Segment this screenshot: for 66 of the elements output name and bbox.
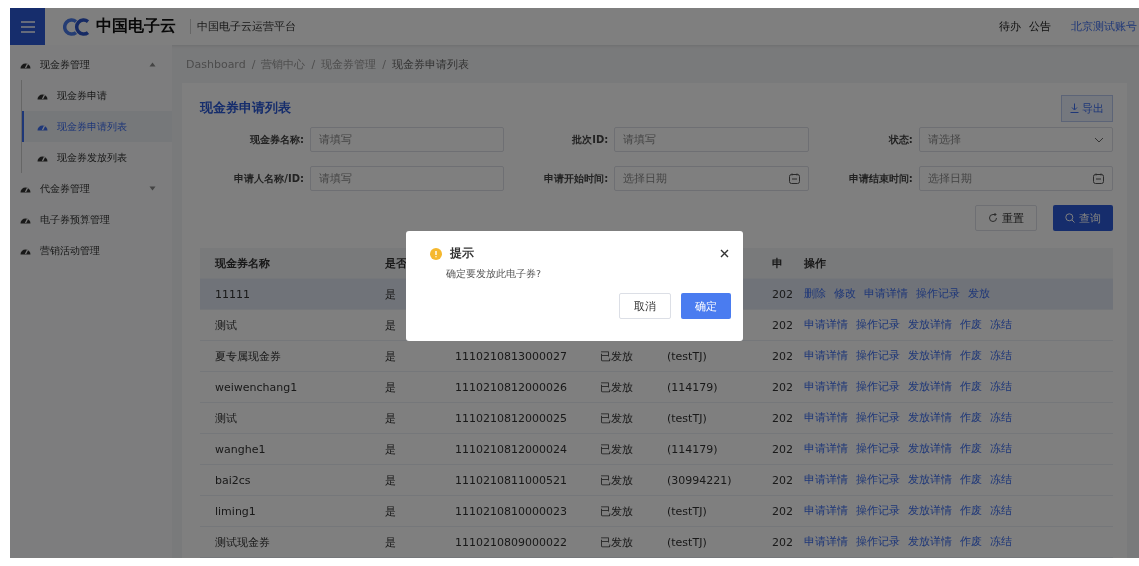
- table-cell: 测试: [215, 318, 237, 332]
- table-cell: 测试现金券: [215, 535, 270, 549]
- table-cell: 1110210809000022: [455, 535, 567, 549]
- filter-label: 申请结束时间:: [847, 171, 914, 186]
- table-cell: 202: [772, 473, 793, 487]
- table-cell: 是: [385, 380, 396, 394]
- table-cell: 是: [385, 473, 396, 487]
- table-cell: 是: [385, 442, 396, 456]
- breadcrumb-separator: /: [382, 57, 386, 71]
- table-cell: wanghe1: [215, 442, 266, 456]
- filter-label: 申请人名称/ID:: [233, 171, 305, 186]
- table-cell: (testTJ): [667, 504, 707, 518]
- table-cell: 202: [772, 504, 793, 518]
- table-cell: 202: [772, 380, 793, 394]
- table-cell: 1110210813000027: [455, 349, 567, 363]
- table-cell: 已发放: [600, 535, 633, 549]
- table-cell: 202: [772, 349, 793, 363]
- table-cell: 已发放: [600, 411, 633, 425]
- table-cell: 202: [772, 411, 793, 425]
- table-cell: (testTJ): [667, 349, 707, 363]
- logo-text: 中国电子云: [96, 16, 176, 37]
- column-header: 现金券名称: [215, 256, 270, 270]
- table-cell: 已发放: [600, 504, 633, 518]
- table-cell: 是: [385, 287, 396, 301]
- breadcrumb-separator: /: [311, 57, 316, 71]
- filter-label: 申请开始时间:: [543, 171, 610, 186]
- breadcrumb-separator: /: [251, 57, 256, 71]
- table-cell: 1110210812000025: [455, 411, 567, 425]
- table-cell: 1110210810000023: [455, 504, 567, 518]
- table-cell: liming1: [215, 504, 256, 518]
- table-cell: 202: [772, 535, 793, 549]
- table-cell: (testTJ): [667, 535, 707, 549]
- page-title: 现金券申请列表: [200, 99, 291, 117]
- table-cell: 是: [385, 535, 396, 549]
- table-cell: weiwenchang1: [215, 380, 298, 394]
- table-cell: 是: [385, 504, 396, 518]
- table-cell: 已发放: [600, 349, 633, 363]
- table-cell: 202: [772, 287, 793, 301]
- column-header: 是否: [385, 256, 407, 270]
- platform-name: 中国电子云运营平台: [190, 19, 296, 34]
- filter-label: 状态:: [887, 132, 914, 147]
- table-cell: 202: [772, 442, 793, 456]
- table-cell: (testTJ): [667, 411, 707, 425]
- table-cell: 测试: [215, 411, 237, 425]
- table-cell: 已发放: [600, 380, 633, 394]
- table-cell: 1110210812000026: [455, 380, 567, 394]
- table-cell: 已发放: [600, 473, 633, 487]
- table-cell: (114179): [667, 380, 718, 394]
- table-cell: 是: [385, 318, 396, 332]
- table-cell: bai2cs: [215, 473, 251, 487]
- column-header: 申: [772, 256, 783, 270]
- dialog-title: 提示: [450, 245, 474, 262]
- table-cell: (114179): [667, 442, 718, 456]
- table-cell: 202: [772, 318, 793, 332]
- table-cell: 1110210812000024: [455, 442, 567, 456]
- filter-label: 现金券名称:: [249, 132, 305, 147]
- filter-label: 批次ID:: [571, 132, 610, 147]
- table-cell: 11111: [215, 287, 250, 301]
- table-cell: (30994221): [667, 473, 732, 487]
- table-cell: 是: [385, 411, 396, 425]
- column-header: 操作: [804, 256, 826, 270]
- dialog-message: 确定要发放此电子券?: [446, 268, 543, 281]
- table-cell: 已发放: [600, 442, 633, 456]
- table-cell: 是: [385, 349, 396, 363]
- table-cell: 夏专属现金券: [215, 349, 281, 363]
- table-cell: 1110210811000521: [455, 473, 567, 487]
